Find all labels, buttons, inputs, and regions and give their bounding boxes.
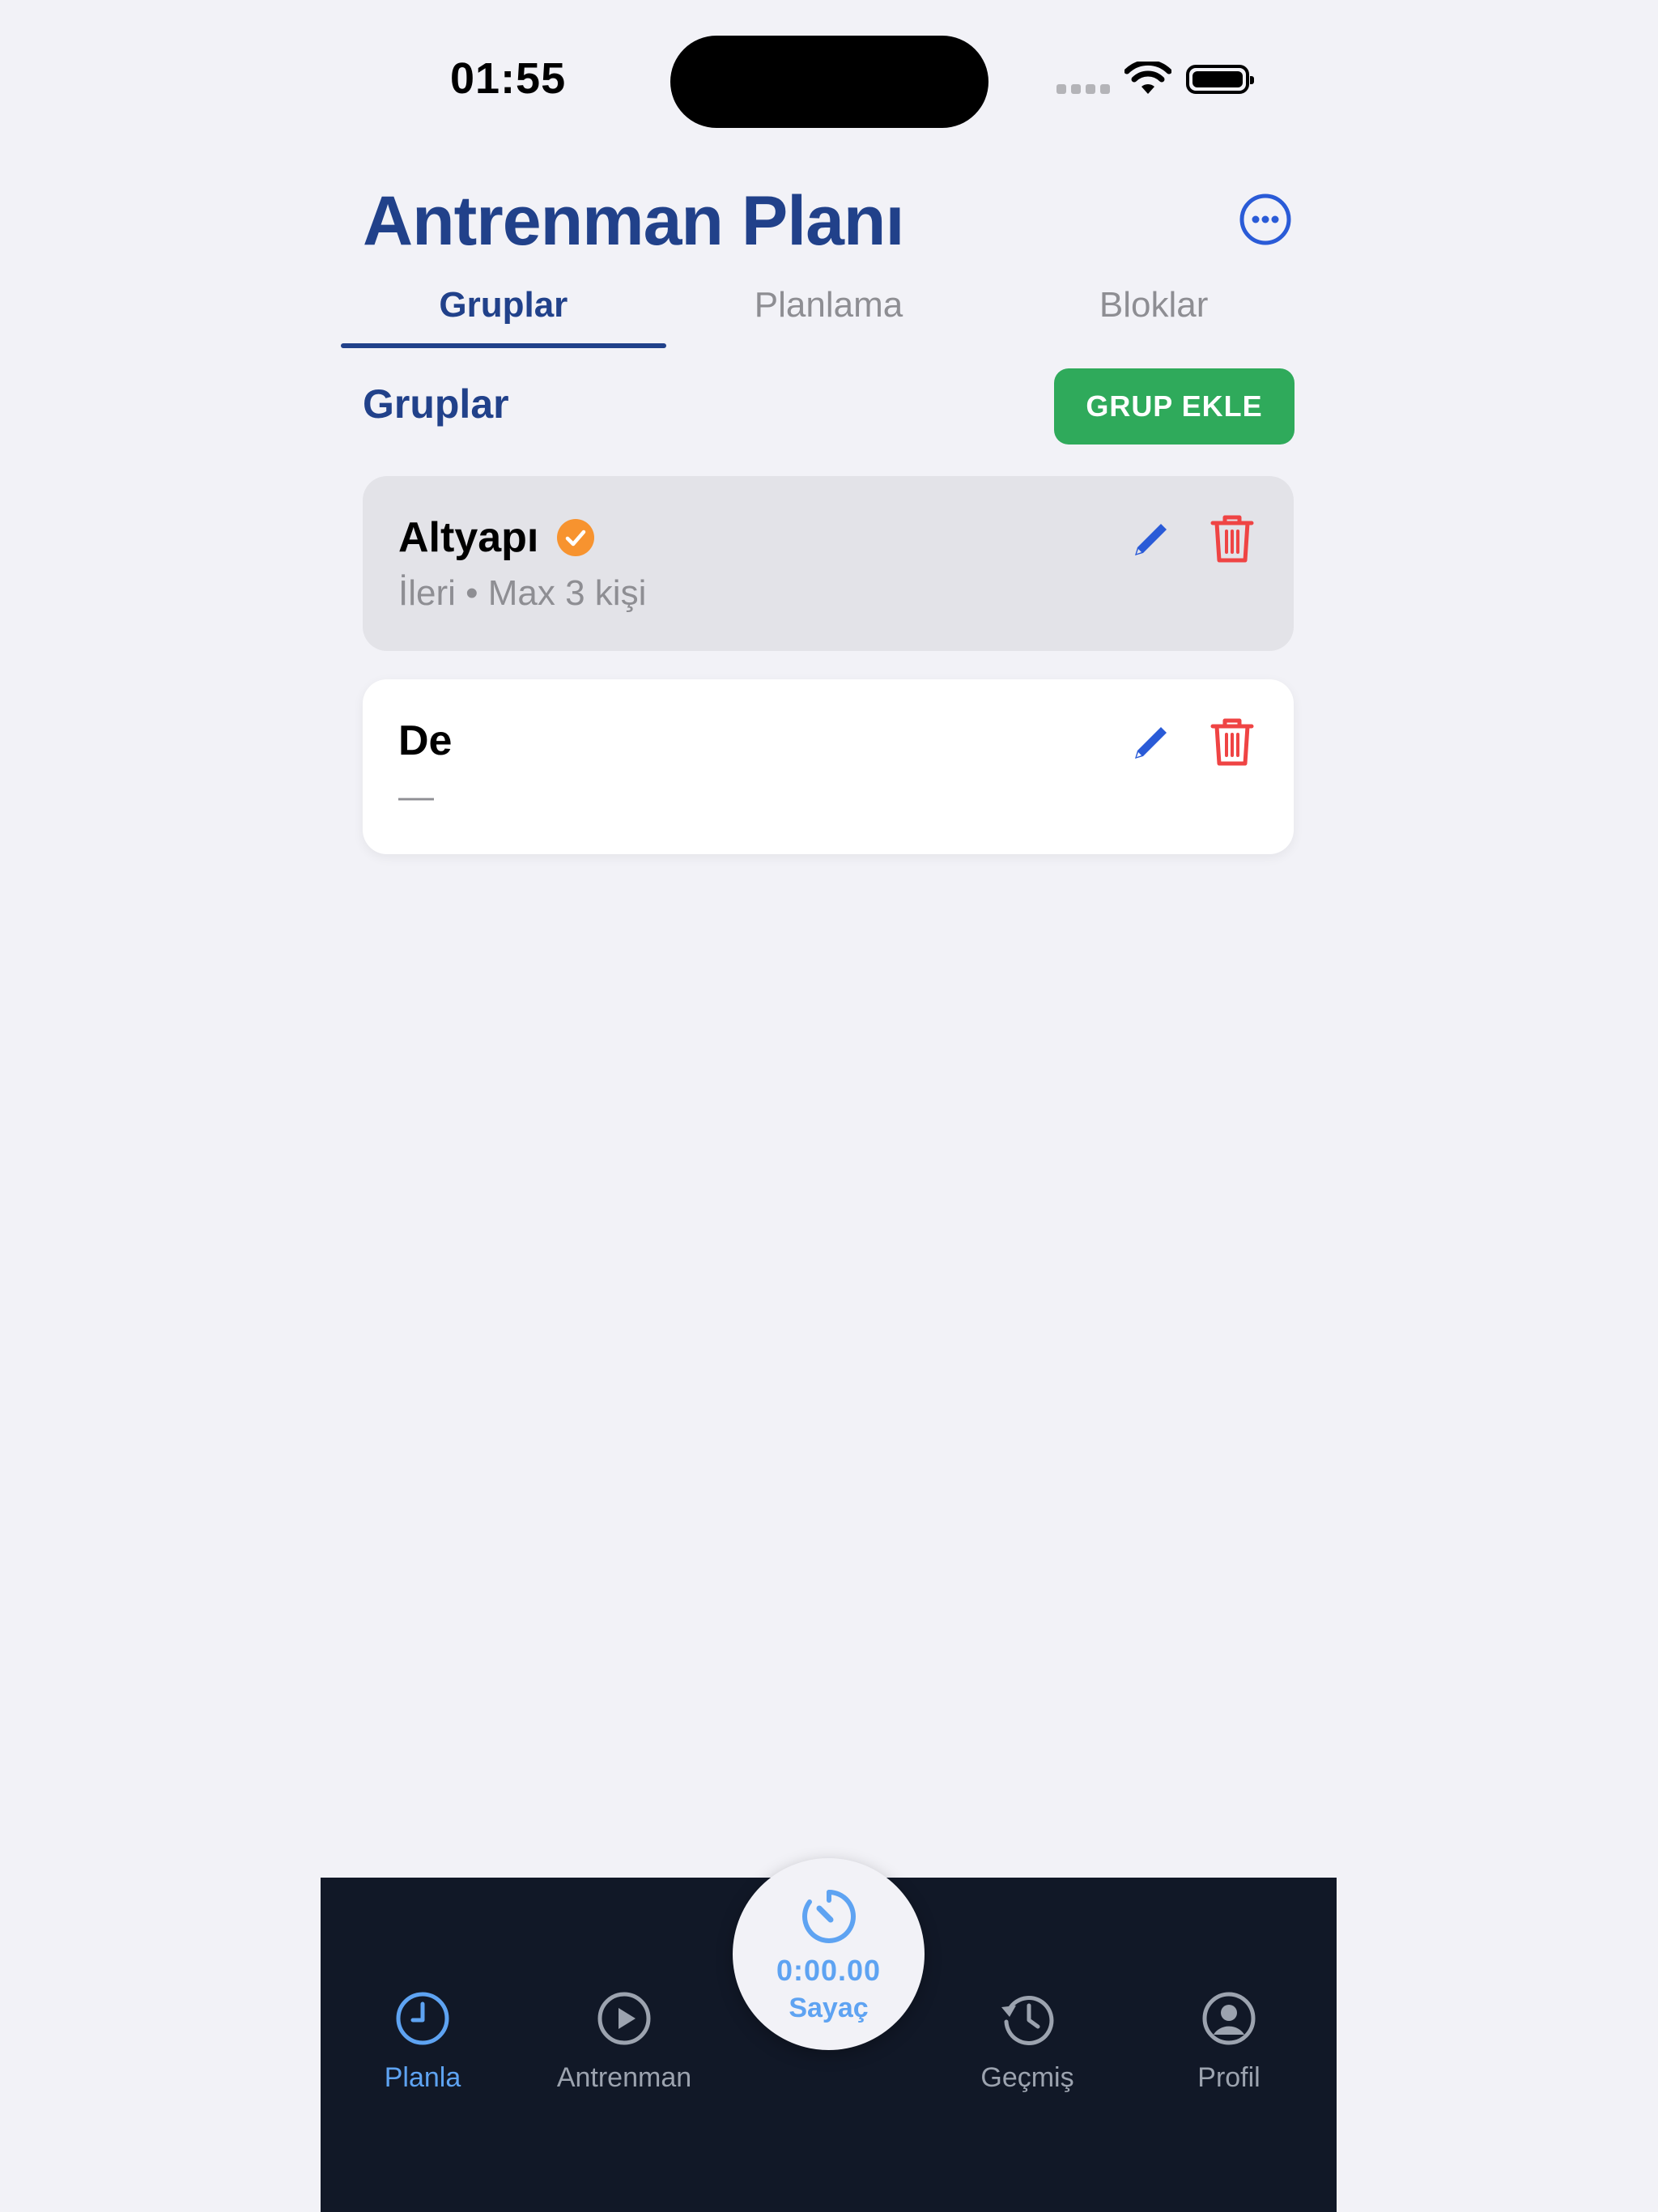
trash-icon[interactable] xyxy=(1209,513,1255,564)
stopwatch-icon xyxy=(801,1890,856,1943)
nav-label: Antrenman xyxy=(556,2062,692,2093)
group-card[interactable]: De — xyxy=(363,679,1294,854)
clock-icon xyxy=(396,1992,449,2045)
nav-item-gecmis[interactable]: Geçmiş xyxy=(930,1989,1124,2094)
app-screen: 01:55 Antrenman Planı Gruplar Planlama B… xyxy=(321,0,1337,2212)
tab-planlama[interactable]: Planlama xyxy=(666,275,992,348)
group-name-row: De xyxy=(398,717,452,765)
pencil-icon[interactable] xyxy=(1129,720,1174,765)
tab-bloklar[interactable]: Bloklar xyxy=(991,275,1316,348)
status-time: 01:55 xyxy=(450,54,567,103)
add-group-button[interactable]: GRUP EKLE xyxy=(1054,368,1295,445)
group-meta: — xyxy=(398,776,434,816)
play-circle-icon xyxy=(597,1992,651,2045)
cellular-signal-icon xyxy=(1056,84,1110,94)
page-title: Antrenman Planı xyxy=(363,182,904,260)
section-title: Gruplar xyxy=(363,381,509,427)
tab-gruplar[interactable]: Gruplar xyxy=(341,275,666,348)
nav-label: Planla xyxy=(384,2062,461,2093)
status-icons xyxy=(1056,62,1254,97)
ellipsis-circle-icon[interactable] xyxy=(1239,193,1292,246)
timer-button[interactable]: 0:00.00 Sayaç xyxy=(733,1858,925,2050)
group-name-row: Altyapı xyxy=(398,513,595,562)
nav-item-planla[interactable]: Planla xyxy=(325,1989,520,2094)
timer-value: 0:00.00 xyxy=(776,1954,882,1987)
dynamic-island xyxy=(670,36,988,128)
check-circle-icon xyxy=(557,519,595,556)
group-name: De xyxy=(398,717,453,764)
timer-label: Sayaç xyxy=(789,1993,869,2023)
nav-item-profil[interactable]: Profil xyxy=(1132,1989,1326,2094)
group-name: Altyapı xyxy=(398,514,539,561)
pencil-icon[interactable] xyxy=(1129,517,1174,562)
group-card[interactable]: Altyapı İleri • Max 3 kişi xyxy=(363,476,1294,651)
battery-icon xyxy=(1186,65,1254,94)
nav-label: Profil xyxy=(1197,2062,1261,2093)
wifi-icon xyxy=(1124,62,1171,94)
history-icon xyxy=(1001,1996,1054,2045)
person-circle-icon xyxy=(1202,1992,1256,2045)
segment-tabs: Gruplar Planlama Bloklar xyxy=(341,275,1316,348)
nav-item-antrenman[interactable]: Antrenman xyxy=(527,1989,721,2094)
group-meta: İleri • Max 3 kişi xyxy=(398,573,647,613)
nav-label: Geçmiş xyxy=(980,2062,1074,2093)
trash-icon[interactable] xyxy=(1209,717,1255,767)
